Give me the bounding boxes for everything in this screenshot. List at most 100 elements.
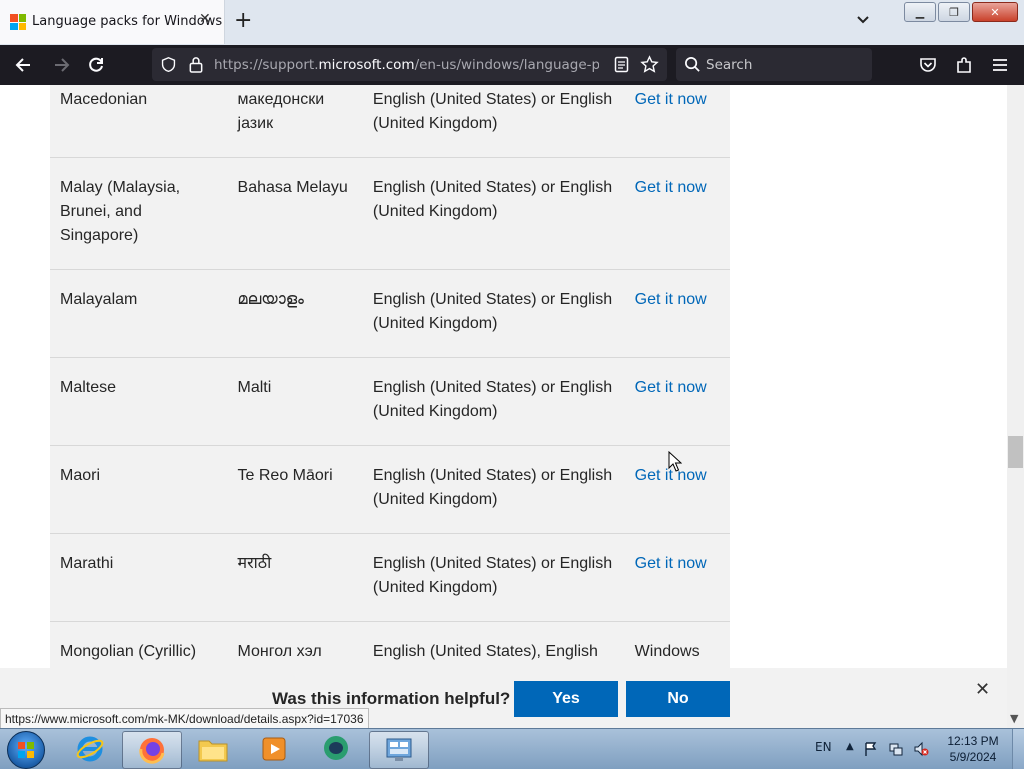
minimize-button[interactable]: ▁ — [904, 2, 936, 22]
action-center-flag-icon[interactable] — [863, 741, 879, 757]
input-language-indicator[interactable]: EN — [815, 740, 832, 754]
tab-close-icon[interactable]: ✕ — [199, 11, 211, 27]
language-name: Maori — [60, 467, 101, 484]
base-language: English (United States) or English (Unit… — [372, 291, 613, 332]
language-name: Maltese — [60, 379, 117, 396]
table-row: Malayalam മലയാളം English (United States) o… — [50, 269, 730, 358]
media-player-taskbar-button[interactable] — [245, 731, 303, 767]
base-language: English (United States), English — [372, 643, 598, 660]
clock-date: 5/9/2024 — [949, 750, 997, 764]
base-language: English (United States) or English (Unit… — [372, 467, 613, 508]
native-language-name-cell: മലയാളം — [227, 269, 363, 358]
native-language-name-cell: Bahasa Melayu — [227, 157, 363, 270]
show-desktop-button[interactable] — [1012, 729, 1024, 769]
mouse-cursor-icon — [668, 451, 682, 472]
system-tray: ▲ — [846, 741, 929, 757]
base-language-cell: English (United States) or English (Unit… — [362, 357, 625, 446]
base-language-cell: English (United States) or English (Unit… — [362, 269, 625, 358]
reader-view-icon[interactable] — [614, 56, 629, 73]
native-language-name: मराठी — [237, 555, 272, 572]
language-name: Malay (Malaysia, Brunei, and Singapore) — [60, 179, 181, 244]
taskbar: EN ▲ 12:13 PM 5/9/2024 — [0, 728, 1024, 769]
navigation-toolbar: https://support.microsoft.com/en-us/wind… — [0, 45, 1024, 85]
language-name: Macedonian — [60, 91, 148, 108]
firefox-icon — [139, 738, 165, 764]
download-link[interactable]: Get it now — [635, 179, 707, 196]
firefox-taskbar-button[interactable] — [122, 731, 182, 769]
forward-icon[interactable] — [51, 55, 71, 75]
download-link-cell: Get it now — [624, 85, 730, 158]
media-player-icon — [262, 737, 286, 761]
address-bar[interactable]: https://support.microsoft.com/en-us/wind… — [152, 48, 667, 81]
download-link[interactable]: Get it now — [635, 291, 707, 308]
chat-app-icon — [324, 736, 348, 760]
language-name-cell: Macedonian — [50, 85, 228, 158]
table-row: Maori Te Reo Māori English (United States)… — [50, 445, 730, 534]
tab-strip: Language packs for Windows ✕ + ▁ ❐ ✕ — [0, 0, 1024, 45]
table-row: Marathi मराठी English (United States) or E… — [50, 533, 730, 622]
windows-logo-icon — [18, 742, 34, 758]
new-tab-button[interactable]: + — [234, 8, 252, 33]
base-language-cell: English (United States), English — [362, 621, 625, 668]
menu-icon[interactable] — [990, 55, 1010, 75]
app-taskbar-button[interactable] — [307, 731, 365, 767]
no-button[interactable]: No — [626, 681, 730, 717]
volume-muted-icon[interactable] — [913, 741, 929, 757]
back-icon[interactable] — [14, 55, 34, 75]
language-name: Marathi — [60, 555, 114, 572]
scroll-down-arrow-icon[interactable]: ▼ — [1010, 712, 1018, 725]
native-language-name-cell: मराठी — [227, 533, 363, 622]
base-language-cell: English (United States) or English (Unit… — [362, 85, 625, 158]
reload-icon[interactable] — [86, 55, 106, 75]
base-language: English (United States) or English (Unit… — [372, 179, 613, 220]
language-name-cell: Maltese — [50, 357, 228, 446]
language-name-cell: Marathi — [50, 533, 228, 622]
system-clock[interactable]: 12:13 PM 5/9/2024 — [940, 733, 1006, 765]
language-packs-table: Macedonian македонски јазик English (Unite… — [50, 85, 730, 668]
control-panel-icon — [386, 738, 412, 761]
internet-explorer-icon — [76, 736, 104, 762]
close-window-button[interactable]: ✕ — [972, 2, 1018, 22]
internet-explorer-taskbar-button[interactable] — [61, 731, 119, 767]
tracking-protection-shield-icon[interactable] — [160, 56, 177, 73]
link-status-url: https://www.microsoft.com/mk-MK/download… — [0, 708, 369, 730]
clock-time: 12:13 PM — [947, 734, 999, 748]
control-panel-taskbar-button[interactable] — [369, 731, 429, 769]
network-icon[interactable] — [888, 741, 904, 757]
table-row: Mongolian (Cyrillic) Монгол хэл English (U… — [50, 621, 730, 668]
vertical-scrollbar[interactable] — [1007, 85, 1024, 728]
base-language-cell: English (United States) or English (Unit… — [362, 533, 625, 622]
window-controls: ▁ ❐ ✕ — [904, 2, 1018, 22]
native-language-name: മലയാളം — [237, 291, 304, 308]
native-language-name-cell: македонски јазик — [227, 85, 363, 158]
download-link[interactable]: Get it now — [635, 379, 707, 396]
language-name: Malayalam — [60, 291, 138, 308]
extensions-icon[interactable] — [954, 55, 974, 75]
native-language-name-cell: Malti — [227, 357, 363, 446]
bookmark-star-icon[interactable] — [640, 55, 659, 74]
base-language: English (United States) or English (Unit… — [372, 91, 613, 132]
search-box[interactable]: Search — [676, 48, 872, 81]
list-all-tabs-icon[interactable] — [855, 12, 871, 28]
download-link-cell: Get it now — [624, 269, 730, 358]
tab-language-packs[interactable]: Language packs for Windows ✕ — [0, 0, 225, 44]
lock-icon[interactable] — [188, 56, 204, 73]
native-language-name: Bahasa Melayu — [237, 179, 348, 196]
download-link[interactable]: Get it now — [635, 91, 707, 108]
download-link-cell: Get it now — [624, 533, 730, 622]
yes-button[interactable]: Yes — [514, 681, 618, 717]
show-hidden-icons-icon[interactable]: ▲ — [846, 741, 854, 757]
start-button[interactable] — [7, 731, 45, 769]
search-icon — [685, 57, 700, 72]
table-row: Macedonian македонски јазик English (Unite… — [50, 85, 730, 158]
pocket-icon[interactable] — [918, 55, 938, 75]
table-row: Malay (Malaysia, Brunei, and Singapore) B… — [50, 157, 730, 270]
language-name-cell: Maori — [50, 445, 228, 534]
download-link[interactable]: Get it now — [635, 555, 707, 572]
scrollbar-thumb[interactable] — [1008, 436, 1023, 468]
native-language-name-cell: Te Reo Māori — [227, 445, 363, 534]
close-feedback-icon[interactable]: ✕ — [975, 679, 990, 700]
restore-button[interactable]: ❐ — [938, 2, 970, 22]
file-explorer-taskbar-button[interactable] — [184, 731, 242, 767]
language-name-cell: Malayalam — [50, 269, 228, 358]
